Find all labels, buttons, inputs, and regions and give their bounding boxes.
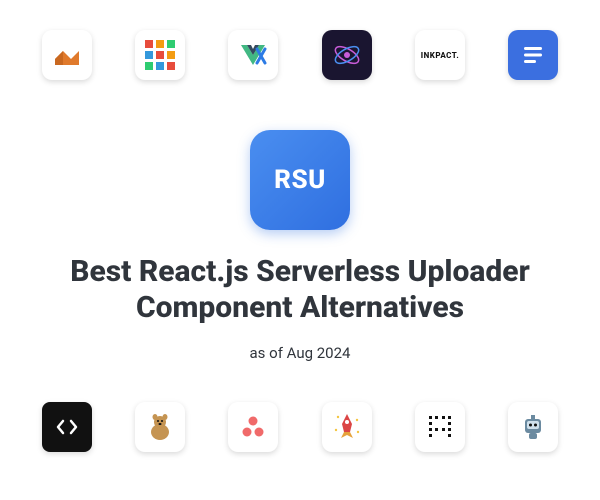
top-icon-row: INKPACT. (0, 0, 600, 120)
page-title: Best React.js Serverless Uploader Compon… (20, 254, 580, 326)
inkpact-icon[interactable]: INKPACT. (415, 30, 465, 80)
inkpact-label: INKPACT. (421, 51, 459, 60)
code-icon[interactable] (42, 402, 92, 452)
letter-a-icon[interactable] (415, 402, 465, 452)
page-subtitle: as of Aug 2024 (250, 344, 351, 362)
vue-app-icon[interactable] (228, 30, 278, 80)
hero-app-icon[interactable]: RSU (250, 130, 350, 230)
hero-badge-text: RSU (274, 165, 326, 195)
lines-app-icon[interactable] (508, 30, 558, 80)
hero-block: RSU Best React.js Serverless Uploader Co… (0, 120, 600, 382)
rocket-icon[interactable] (322, 402, 372, 452)
immer-icon[interactable] (42, 30, 92, 80)
bottom-icon-row (0, 382, 600, 482)
robot-icon[interactable] (508, 402, 558, 452)
preact-icon[interactable] (322, 30, 372, 80)
asana-dots-icon[interactable] (228, 402, 278, 452)
grid-app-icon[interactable] (135, 30, 185, 80)
animal-icon[interactable] (135, 402, 185, 452)
